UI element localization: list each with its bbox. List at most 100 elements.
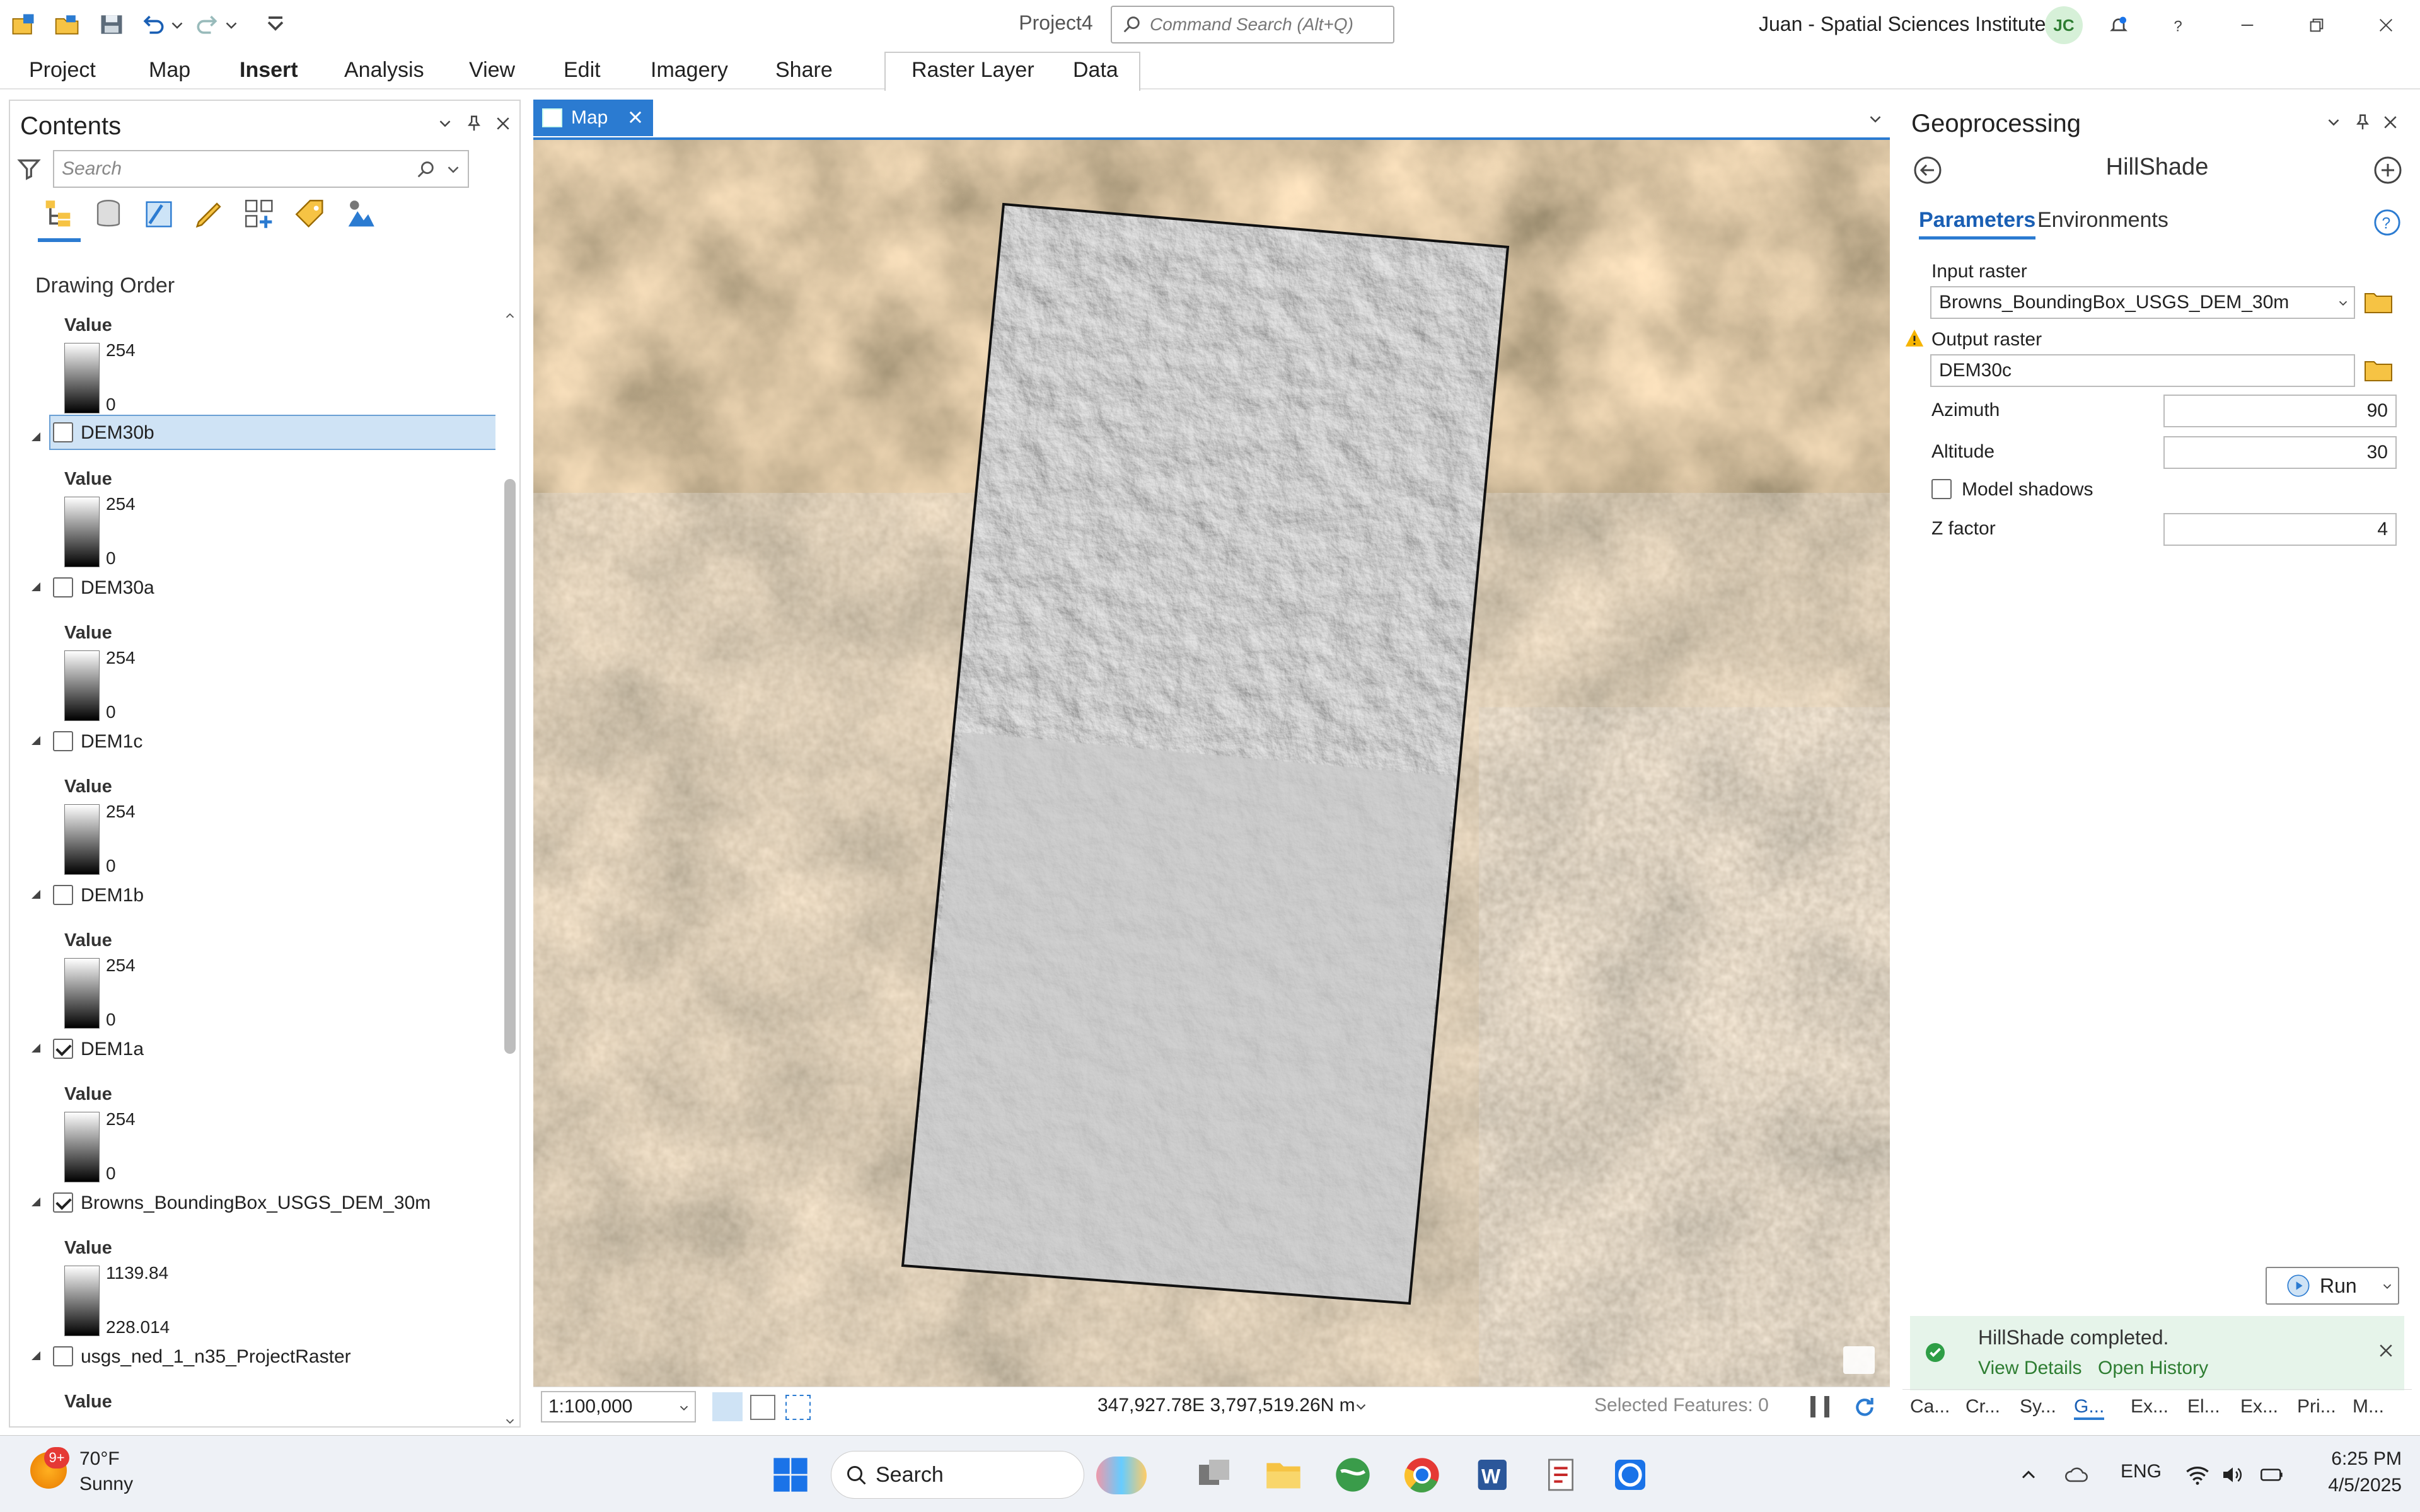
tab-element[interactable]: El... xyxy=(2187,1396,2220,1417)
tab-geoprocessing[interactable]: G... xyxy=(2074,1396,2105,1420)
tab-view[interactable]: View xyxy=(469,58,515,83)
chrome-icon[interactable] xyxy=(1398,1451,1446,1499)
weather-condition[interactable]: Sunny xyxy=(79,1474,133,1495)
list-by-snapping-icon[interactable] xyxy=(240,194,280,234)
azimuth-input[interactable]: 90 xyxy=(2163,395,2397,427)
undo-icon[interactable] xyxy=(137,9,169,40)
browse-folder-icon[interactable] xyxy=(2364,290,2394,315)
taskbar-search[interactable]: Search xyxy=(831,1451,1147,1499)
battery-icon[interactable] xyxy=(2259,1462,2284,1487)
view-details-link[interactable]: View Details xyxy=(1978,1358,2082,1379)
add-icon[interactable] xyxy=(2373,155,2403,185)
language-indicator[interactable]: ENG xyxy=(2121,1461,2162,1482)
list-by-labeling-icon[interactable] xyxy=(290,194,330,234)
chevron-down-icon[interactable] xyxy=(444,160,463,179)
scroll-down-icon[interactable] xyxy=(503,1414,517,1428)
output-raster-input[interactable]: DEM30c xyxy=(1930,354,2355,387)
notifications-bell-icon[interactable] xyxy=(2097,8,2141,43)
arcgis-pro-icon[interactable] xyxy=(1606,1451,1654,1499)
arcgis-earth-icon[interactable] xyxy=(1329,1451,1377,1499)
tab-environments[interactable]: Environments xyxy=(2037,208,2168,233)
layer-row-usgs-ned[interactable]: usgs_ned_1_n35_ProjectRaster xyxy=(10,1339,495,1374)
word-icon[interactable]: W xyxy=(1468,1451,1515,1499)
tab-raster-layer[interactable]: Raster Layer xyxy=(912,58,1034,83)
windows-start-icon[interactable] xyxy=(767,1451,814,1499)
volume-icon[interactable] xyxy=(2220,1462,2245,1487)
restore-icon[interactable] xyxy=(2295,8,2339,43)
filter-icon[interactable] xyxy=(16,156,42,182)
select-icon[interactable] xyxy=(785,1395,811,1420)
expand-toggle[interactable] xyxy=(32,890,40,899)
selected-features-count[interactable]: Selected Features: 0 xyxy=(1594,1395,1769,1416)
refresh-icon[interactable] xyxy=(1852,1395,1877,1420)
pin-icon[interactable] xyxy=(461,111,487,136)
expand-toggle[interactable] xyxy=(32,420,44,455)
new-project-icon[interactable] xyxy=(8,9,39,40)
help-icon[interactable]: ? xyxy=(2373,208,2402,237)
tab-map[interactable]: Map xyxy=(149,58,190,83)
customize-toolbar-icon[interactable] xyxy=(260,9,291,40)
expand-toggle[interactable] xyxy=(32,1044,40,1053)
open-project-icon[interactable] xyxy=(52,9,83,40)
tab-map-view[interactable]: Map xyxy=(533,100,653,136)
close-icon[interactable] xyxy=(2377,1341,2395,1360)
scale-dropdown[interactable]: 1:100,000 xyxy=(541,1391,696,1423)
list-by-source-icon[interactable] xyxy=(88,194,129,234)
tab-symbology[interactable]: Sy... xyxy=(2020,1396,2056,1417)
wifi-icon[interactable] xyxy=(2185,1462,2210,1487)
tab-project[interactable]: Project xyxy=(29,58,96,83)
layer-visibility-checkbox[interactable] xyxy=(53,1192,73,1213)
tab-print[interactable]: Pri... xyxy=(2297,1396,2336,1417)
layer-row-dem1c[interactable]: DEM1c xyxy=(10,724,495,759)
tab-create-features[interactable]: Cr... xyxy=(1966,1396,2000,1417)
task-view-icon[interactable] xyxy=(1190,1451,1238,1499)
grid-snap-icon[interactable] xyxy=(712,1392,743,1421)
tab-more[interactable]: M... xyxy=(2353,1396,2384,1417)
pane-menu-chevron-icon[interactable] xyxy=(2321,110,2346,135)
tab-catalog[interactable]: Ca... xyxy=(1910,1396,1950,1417)
model-shadows-checkbox[interactable] xyxy=(1931,479,1952,499)
file-explorer-icon[interactable] xyxy=(1259,1451,1307,1499)
layer-row-browns-bounding-box[interactable]: Browns_BoundingBox_USGS_DEM_30m xyxy=(10,1185,495,1220)
weather-temperature[interactable]: 70°F xyxy=(79,1448,120,1470)
navigation-icon[interactable] xyxy=(854,1395,879,1420)
save-project-icon[interactable] xyxy=(96,9,127,40)
contents-scrollbar[interactable] xyxy=(502,309,518,1428)
layer-row-dem1b[interactable]: DEM1b xyxy=(10,877,495,913)
close-icon[interactable] xyxy=(627,108,644,126)
map-view[interactable] xyxy=(533,137,1890,1387)
layer-visibility-checkbox[interactable] xyxy=(53,1346,73,1366)
chevron-down-icon[interactable] xyxy=(1353,1399,1369,1415)
input-raster-dropdown[interactable]: Browns_BoundingBox_USGS_DEM_30m xyxy=(1930,286,2355,319)
tab-analysis[interactable]: Analysis xyxy=(344,58,424,83)
help-icon[interactable]: ? xyxy=(2156,8,2200,43)
list-by-editing-icon[interactable] xyxy=(189,194,229,234)
notes-app-icon[interactable] xyxy=(1537,1451,1585,1499)
chevron-down-icon[interactable] xyxy=(2380,1279,2394,1293)
map-tips-icon[interactable] xyxy=(1843,1346,1875,1374)
snapping-icon[interactable] xyxy=(821,1395,846,1420)
scrollbar-thumb[interactable] xyxy=(504,479,516,1054)
clock-time[interactable]: 6:25 PM xyxy=(2313,1448,2402,1470)
expand-toggle[interactable] xyxy=(32,582,40,591)
list-by-perspective-imagery-icon[interactable] xyxy=(340,194,381,234)
layer-visibility-checkbox[interactable] xyxy=(53,422,73,442)
tab-explore[interactable]: Ex... xyxy=(2131,1396,2168,1417)
layer-visibility-checkbox[interactable] xyxy=(53,731,73,751)
cloud-icon[interactable] xyxy=(2064,1462,2089,1487)
expand-toggle[interactable] xyxy=(32,1351,40,1360)
tab-share[interactable]: Share xyxy=(775,58,833,83)
layer-row-dem1a[interactable]: DEM1a xyxy=(10,1031,495,1066)
pin-icon[interactable] xyxy=(2350,110,2375,135)
chevron-down-icon[interactable] xyxy=(1866,110,1885,129)
run-button[interactable]: Run xyxy=(2266,1267,2399,1305)
tab-parameters[interactable]: Parameters xyxy=(1919,208,2036,239)
expand-toggle[interactable] xyxy=(32,1197,40,1206)
layer-row-dem30b[interactable]: DEM30b xyxy=(49,415,495,450)
redo-icon[interactable] xyxy=(192,9,223,40)
table-icon[interactable] xyxy=(750,1395,775,1420)
expand-toggle[interactable] xyxy=(32,736,40,745)
z-factor-input[interactable]: 4 xyxy=(2163,513,2397,546)
close-window-icon[interactable] xyxy=(2364,8,2408,43)
layer-visibility-checkbox[interactable] xyxy=(53,885,73,905)
